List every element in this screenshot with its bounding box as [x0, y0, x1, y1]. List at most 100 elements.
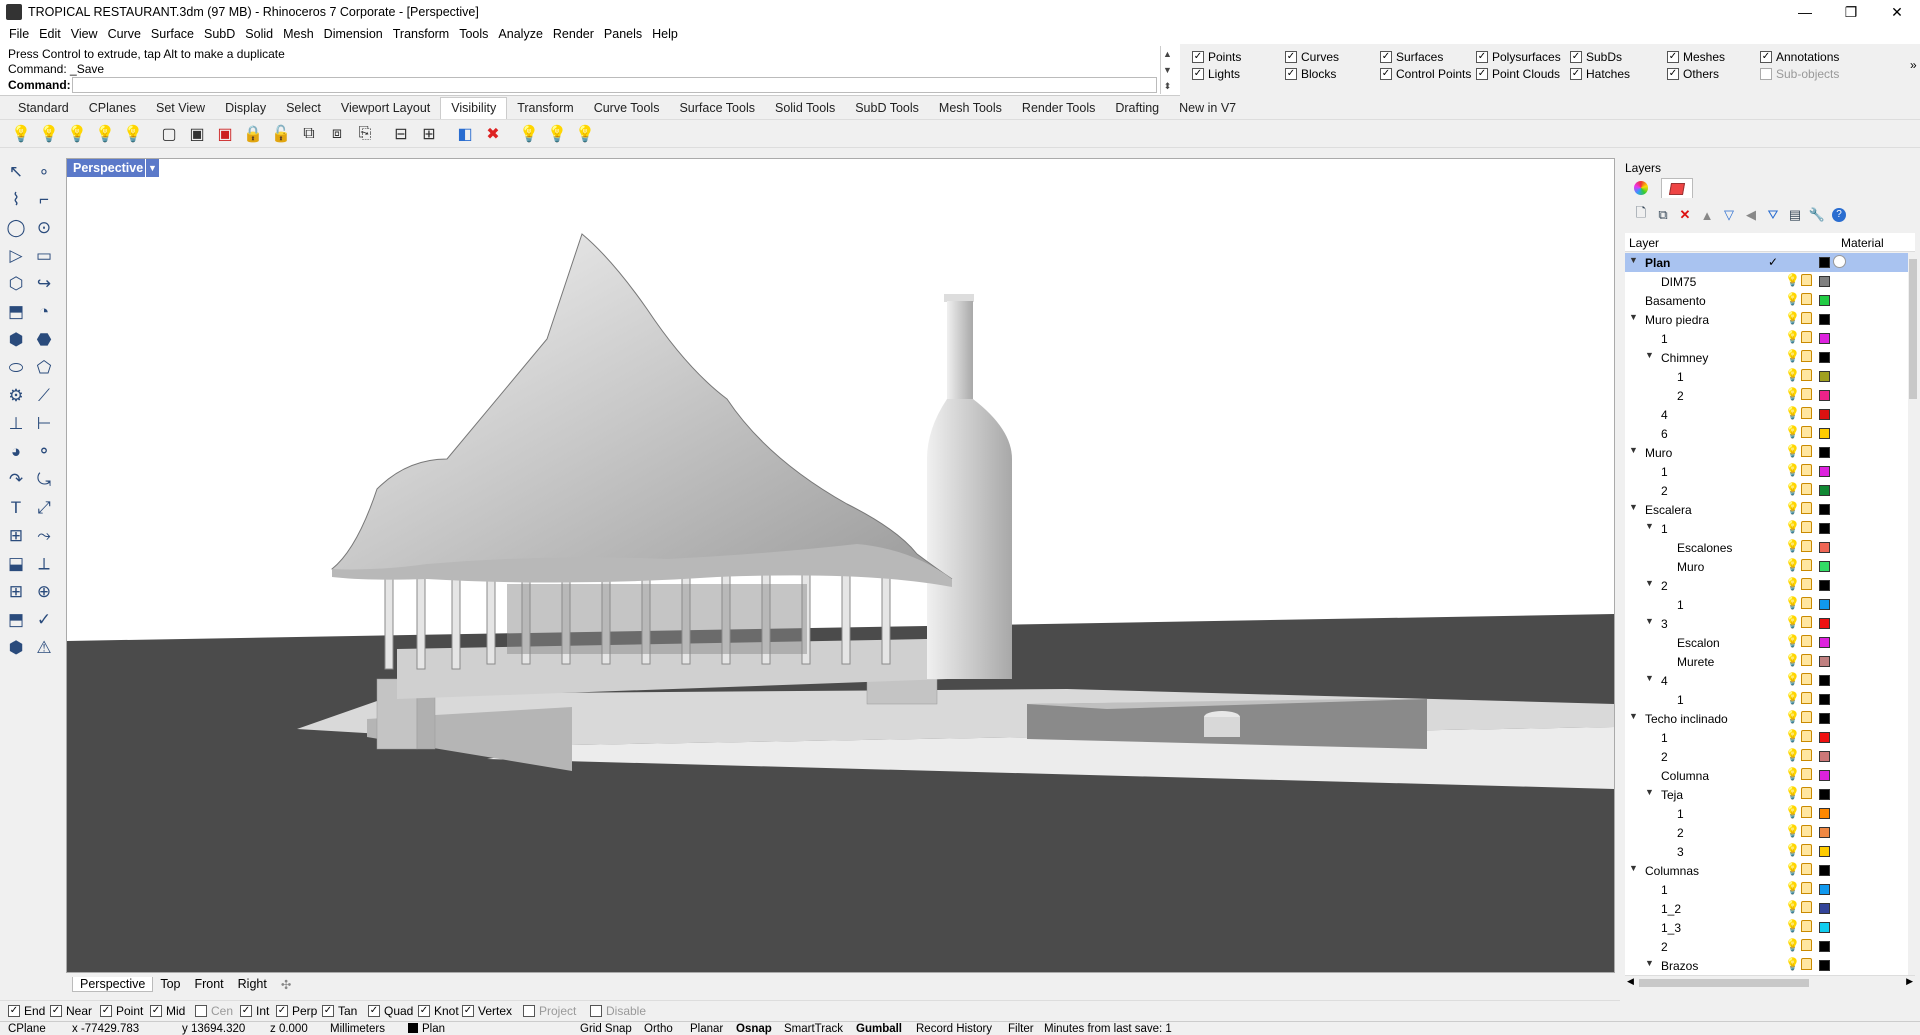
cylinder-icon[interactable]: ⬭: [4, 356, 28, 380]
toolbar-tab-display[interactable]: Display: [215, 101, 276, 119]
layer-name[interactable]: DIM75: [1661, 275, 1696, 289]
layer-visibility-bulb-icon[interactable]: 💡: [1785, 786, 1800, 800]
layer-visibility-bulb-icon[interactable]: 💡: [1785, 957, 1800, 971]
layer-visibility-bulb-icon[interactable]: 💡: [1785, 482, 1800, 496]
layer-visibility-bulb-icon[interactable]: 💡: [1785, 273, 1800, 287]
layer-lock-icon[interactable]: [1801, 863, 1812, 875]
layer-row[interactable]: 2 💡: [1625, 481, 1908, 500]
layer-expand-chevron-icon[interactable]: ▼: [1629, 711, 1641, 721]
layer-lock-icon[interactable]: [1801, 502, 1812, 514]
layer-row[interactable]: 3 💡: [1625, 842, 1908, 861]
hide-unselected-icon[interactable]: 💡: [94, 123, 116, 145]
filter-others-checkbox[interactable]: Others: [1667, 67, 1719, 81]
toolbar-tab-select[interactable]: Select: [276, 101, 331, 119]
layer-lock-icon[interactable]: [1801, 692, 1812, 704]
layer-lock-icon[interactable]: [1801, 274, 1812, 286]
material-column-header[interactable]: Material: [1841, 236, 1884, 250]
perspective-viewport[interactable]: Perspective ▼: [66, 158, 1615, 973]
layer-color-swatch[interactable]: [1819, 314, 1830, 325]
new-sublayer-icon[interactable]: ⧉: [1652, 205, 1674, 225]
layer-row[interactable]: ▼ 4 💡: [1625, 671, 1908, 690]
layer-name[interactable]: 1: [1661, 332, 1668, 346]
toolbar-tab-viewport-layout[interactable]: Viewport Layout: [331, 101, 440, 119]
layer-row[interactable]: 2 💡: [1625, 823, 1908, 842]
layer-visibility-bulb-icon[interactable]: 💡: [1785, 767, 1800, 781]
layer-visibility-bulb-icon[interactable]: 💡: [1785, 368, 1800, 382]
layer-name[interactable]: Escalera: [1645, 503, 1692, 517]
analyze-icon[interactable]: ⬢: [4, 636, 28, 660]
osnap-quad-checkbox[interactable]: Quad: [368, 1004, 413, 1018]
layer-visibility-bulb-icon[interactable]: 💡: [1785, 501, 1800, 515]
layer-lock-icon[interactable]: [1801, 483, 1812, 495]
viewport-tab-right[interactable]: Right: [231, 977, 274, 991]
layer-row[interactable]: 1 💡: [1625, 728, 1908, 747]
layer-row[interactable]: 2 💡: [1625, 747, 1908, 766]
extrude-icon[interactable]: ⬒: [4, 300, 28, 324]
osnap-toggle[interactable]: Osnap: [736, 1023, 772, 1035]
layer-name[interactable]: 3: [1661, 617, 1668, 631]
grid-snap-toggle[interactable]: Grid Snap: [580, 1023, 632, 1035]
scale-icon[interactable]: ⤢: [32, 496, 56, 520]
layer-color-swatch[interactable]: [1819, 960, 1830, 971]
toolbar-tab-mesh-tools[interactable]: Mesh Tools: [929, 101, 1012, 119]
circle-icon[interactable]: ◯: [4, 216, 28, 240]
layer-color-swatch[interactable]: [1819, 751, 1830, 762]
layer-lock-icon[interactable]: [1801, 312, 1812, 324]
layer-expand-chevron-icon[interactable]: ▼: [1645, 616, 1657, 626]
layer-expand-chevron-icon[interactable]: ▼: [1629, 312, 1641, 322]
layer-name[interactable]: 1: [1677, 807, 1684, 821]
command-input[interactable]: [72, 77, 1157, 93]
layer-lock-icon[interactable]: [1801, 806, 1812, 818]
filter-polysurfaces-checkbox[interactable]: Polysurfaces: [1476, 50, 1561, 64]
array-icon[interactable]: ⊞: [4, 524, 28, 548]
viewport-menu-arrow-icon[interactable]: ▼: [145, 159, 159, 177]
toolbar-tab-drafting[interactable]: Drafting: [1105, 101, 1169, 119]
layer-expand-chevron-icon[interactable]: ▼: [1645, 958, 1657, 968]
layer-name[interactable]: 1: [1661, 465, 1668, 479]
layer-lock-icon[interactable]: [1801, 749, 1812, 761]
layer-expand-chevron-icon[interactable]: ▼: [1645, 673, 1657, 683]
layer-row[interactable]: Columna 💡: [1625, 766, 1908, 785]
filter-lights-checkbox[interactable]: Lights: [1192, 67, 1240, 81]
surface-icon[interactable]: ⬡: [4, 272, 28, 296]
osnap-project-checkbox[interactable]: Project: [523, 1004, 576, 1018]
layer-name[interactable]: Columnas: [1645, 864, 1699, 878]
layer-visibility-bulb-icon[interactable]: 💡: [1785, 444, 1800, 458]
move-up-icon[interactable]: ▲: [1696, 205, 1718, 225]
polygon-icon[interactable]: ▷: [4, 244, 28, 268]
arc-icon[interactable]: ⤿: [32, 468, 56, 492]
layer-name[interactable]: 1: [1677, 693, 1684, 707]
layer-color-swatch[interactable]: [1819, 580, 1830, 591]
layer-name[interactable]: 2: [1677, 826, 1684, 840]
osnap-perp-checkbox[interactable]: Perp: [276, 1004, 317, 1018]
filter-meshes-checkbox[interactable]: Meshes: [1667, 50, 1725, 64]
move-down-icon[interactable]: ▽: [1718, 205, 1740, 225]
layer-lock-icon[interactable]: [1801, 616, 1812, 628]
layer-name[interactable]: Plan: [1645, 256, 1670, 270]
toolbar-tab-set-view[interactable]: Set View: [146, 101, 215, 119]
layer-row[interactable]: ▼ 1 💡: [1625, 519, 1908, 538]
planar-toggle[interactable]: Planar: [690, 1023, 723, 1035]
mirror-icon[interactable]: ⤳: [32, 524, 56, 548]
layer-name[interactable]: 1_2: [1661, 902, 1681, 916]
viewport-tab-perspective[interactable]: Perspective: [72, 976, 154, 992]
layer-name[interactable]: Murete: [1677, 655, 1714, 669]
layer-row[interactable]: Basamento 💡: [1625, 291, 1908, 310]
toolbar-tab-visibility[interactable]: Visibility: [440, 97, 508, 119]
swap-hidden-icon[interactable]: 💡: [122, 123, 144, 145]
layer-name[interactable]: Techo inclinado: [1645, 712, 1728, 726]
layer-lock-icon[interactable]: [1801, 825, 1812, 837]
layer-color-swatch[interactable]: [1819, 770, 1830, 781]
warning-icon[interactable]: ⚠: [32, 636, 56, 660]
layer-name[interactable]: 1: [1677, 370, 1684, 384]
delete-layer-icon[interactable]: ✕: [1674, 205, 1696, 225]
layer-expand-chevron-icon[interactable]: ▼: [1629, 255, 1641, 265]
layer-color-swatch[interactable]: [1819, 732, 1830, 743]
layer-visibility-bulb-icon[interactable]: 💡: [1785, 824, 1800, 838]
rectangle-icon[interactable]: ▭: [32, 244, 56, 268]
layer-color-swatch[interactable]: [1819, 447, 1830, 458]
layer-row[interactable]: Muro 💡: [1625, 557, 1908, 576]
layer-lock-icon[interactable]: [1801, 293, 1812, 305]
layer-lock-icon[interactable]: [1801, 787, 1812, 799]
viewport-tab-front[interactable]: Front: [187, 977, 230, 991]
